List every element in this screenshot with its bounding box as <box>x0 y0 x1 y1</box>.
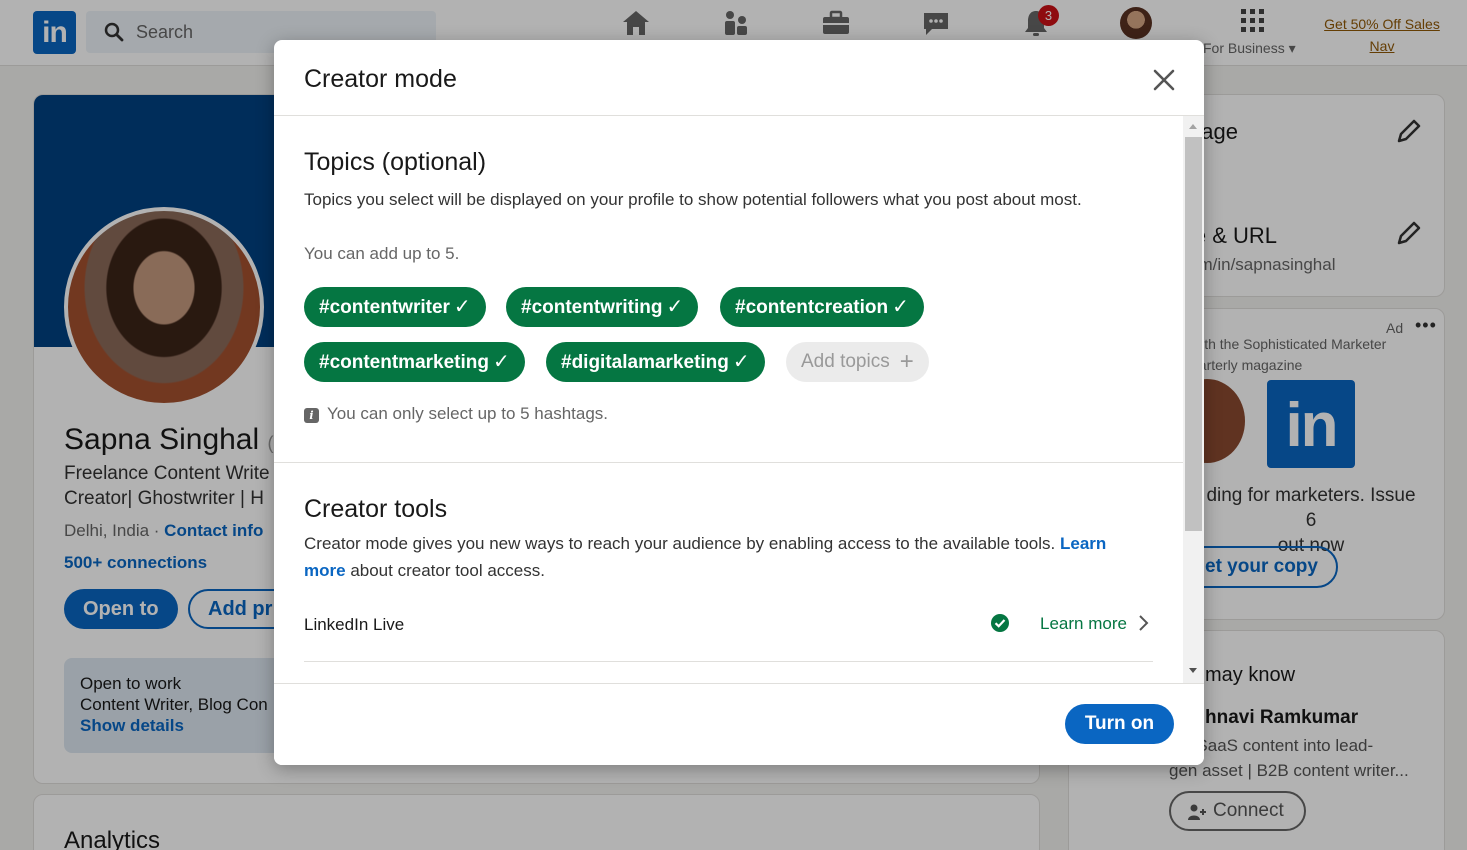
dialog-scrollbar[interactable] <box>1183 116 1204 683</box>
turn-on-button[interactable]: Turn on <box>1065 704 1174 744</box>
checkmark-icon: ✓ <box>666 296 684 318</box>
chevron-right-icon[interactable] <box>1136 613 1150 633</box>
topic-pill[interactable]: #contentwriting ✓ <box>506 287 699 327</box>
checkmark-icon: ✓ <box>732 351 750 373</box>
topics-title: Topics (optional) <box>304 148 487 176</box>
scroll-up-arrow-icon[interactable] <box>1189 124 1197 129</box>
dialog-header: Creator mode <box>274 40 1204 116</box>
checkmark-icon: ✓ <box>492 351 510 373</box>
creator-mode-dialog: Creator mode Topics (optional) Topics yo… <box>274 40 1204 765</box>
topic-pill[interactable]: #contentwriter ✓ <box>304 287 486 327</box>
scroll-down-arrow-icon[interactable] <box>1189 668 1197 673</box>
topic-pill[interactable]: #contentmarketing ✓ <box>304 342 525 382</box>
creator-tools-description: Creator mode gives you new ways to reach… <box>304 534 1107 580</box>
creator-tool-row: LinkedIn Live Learn more <box>304 610 1153 662</box>
dialog-body: Topics (optional) Topics you select will… <box>274 116 1183 683</box>
topics-limit-note: You can add up to 5. <box>304 244 460 263</box>
tool-learn-more-link[interactable]: Learn more <box>1040 614 1127 634</box>
plus-icon: + <box>899 348 914 375</box>
scroll-thumb[interactable] <box>1185 137 1202 531</box>
tool-name: LinkedIn Live <box>304 615 405 634</box>
checkmark-icon: ✓ <box>892 296 909 318</box>
info-icon: i <box>304 408 319 423</box>
dialog-title: Creator mode <box>304 65 457 93</box>
hashtag-limit-note: i You can only select up to 5 hashtags. <box>304 404 608 424</box>
close-icon[interactable] <box>1150 66 1178 94</box>
creator-tools-title: Creator tools <box>304 495 448 523</box>
topics-description: Topics you select will be displayed on y… <box>304 190 1082 209</box>
section-divider <box>274 462 1183 463</box>
dialog-footer: Turn on <box>274 683 1204 765</box>
add-topics-button[interactable]: Add topics + <box>786 342 929 382</box>
enabled-check-icon <box>991 614 1009 632</box>
topic-pill[interactable]: #contentcreation ✓ <box>720 287 924 327</box>
topic-pill[interactable]: #digitalamarketing ✓ <box>546 342 765 382</box>
checkmark-icon: ✓ <box>453 296 471 318</box>
